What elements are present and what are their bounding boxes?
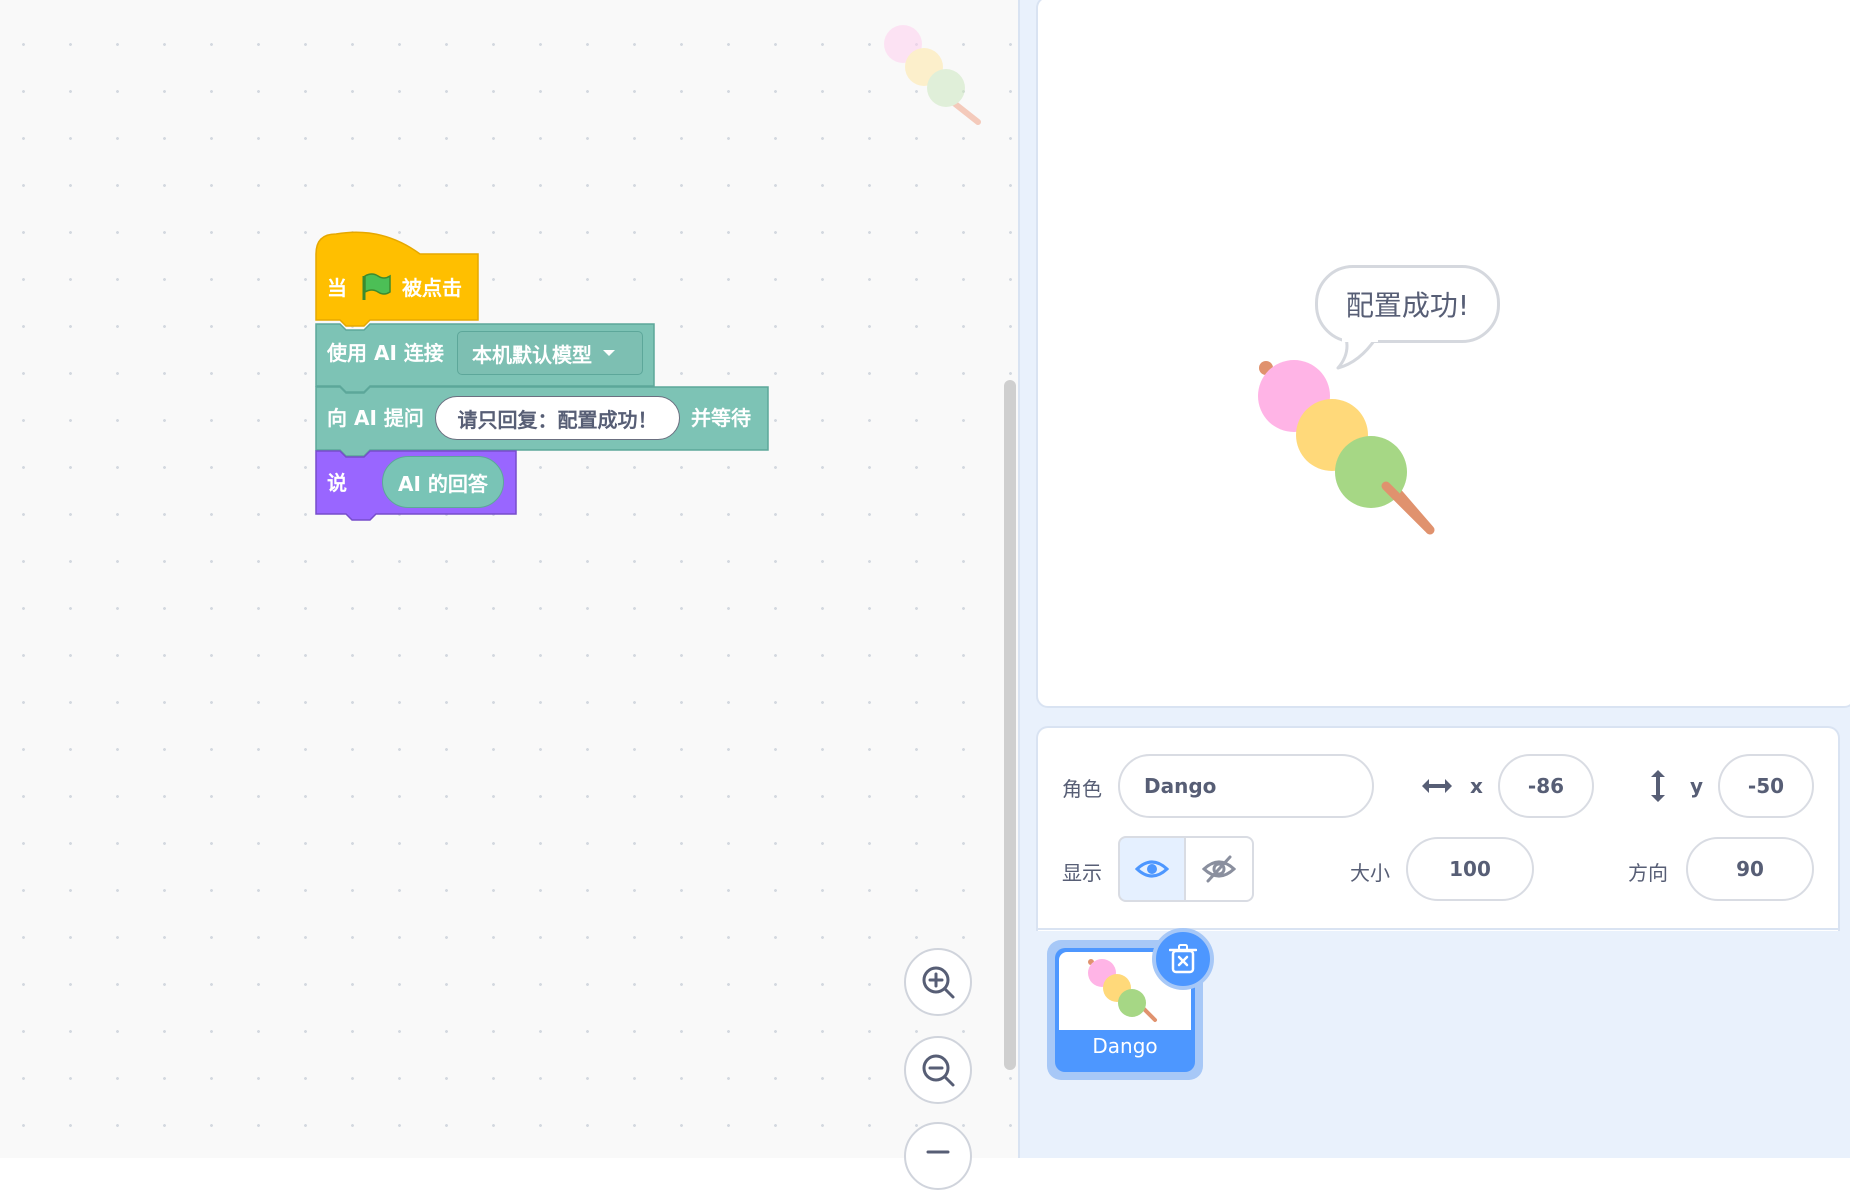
eye-icon (1135, 860, 1169, 878)
show-sprite-button[interactable] (1118, 836, 1186, 902)
speech-bubble: 配置成功! (1315, 265, 1500, 343)
direction-input[interactable]: 90 (1686, 837, 1814, 901)
y-label: y (1690, 774, 1704, 798)
ask-block-suffix: 并等待 (691, 406, 751, 430)
zoom-reset-button[interactable] (904, 1122, 972, 1190)
direction-label: 方向 (1628, 861, 1668, 885)
direction-value: 90 (1736, 857, 1764, 881)
zoom-out-icon (922, 1054, 955, 1087)
size-label: 大小 (1350, 861, 1390, 885)
hide-sprite-button[interactable] (1186, 836, 1254, 902)
sprite-name-label: 角色 (1062, 777, 1102, 801)
ask-block-label: 向 AI 提问 (327, 406, 424, 430)
speech-bubble-text: 配置成功! (1345, 289, 1470, 322)
x-position-arrows-icon (1422, 779, 1452, 793)
size-input[interactable]: 100 (1406, 837, 1534, 901)
chevron-down-icon (603, 350, 615, 356)
prompt-text-value: 请只回复：配置成功！ (457, 407, 658, 432)
size-value: 100 (1449, 857, 1491, 881)
sprite-list-divider (1038, 928, 1838, 930)
eye-slash-icon (1202, 855, 1236, 883)
zoom-reset-icon (926, 1150, 950, 1154)
y-position-value: -50 (1747, 774, 1785, 798)
connect-block-label: 使用 AI 连接 (327, 341, 444, 365)
zoom-out-button[interactable] (904, 1036, 972, 1104)
hat-block-prefix: 当 (327, 276, 347, 300)
y-position-arrows-icon (1651, 770, 1665, 802)
sprite-name-value: Dango (1144, 774, 1217, 798)
model-dropdown[interactable]: 本机默认模型 (457, 331, 643, 375)
ai-answer-reporter[interactable]: AI 的回答 (382, 456, 504, 508)
workspace-vertical-scrollbar[interactable] (1004, 380, 1016, 1070)
x-position-value: -86 (1527, 774, 1565, 798)
prompt-text-input[interactable]: 请只回复：配置成功！ (435, 396, 680, 440)
y-position-input[interactable]: -50 (1718, 754, 1814, 818)
sprite-tile-label: Dango (1092, 1034, 1158, 1058)
sprite-name-input[interactable]: Dango (1118, 754, 1374, 818)
delete-sprite-button[interactable] (1152, 928, 1214, 990)
block-stack-shapes (315, 231, 769, 521)
code-workspace[interactable]: 当 被点击 使用 AI 连接 本机默认模型 向 AI 提问 请只回复：配置成功！… (0, 0, 1018, 1190)
ai-answer-reporter-label: AI 的回答 (398, 471, 488, 496)
x-label: x (1470, 774, 1483, 798)
zoom-in-icon (922, 966, 955, 999)
stage[interactable] (1036, 0, 1850, 708)
x-position-input[interactable]: -86 (1498, 754, 1594, 818)
dango-sprite[interactable] (1252, 356, 1452, 540)
hat-block-suffix: 被点击 (402, 276, 462, 300)
model-dropdown-value: 本机默认模型 (472, 342, 592, 367)
say-block-label: 说 (327, 471, 347, 495)
zoom-in-button[interactable] (904, 948, 972, 1016)
show-label: 显示 (1062, 861, 1102, 885)
trash-icon (1169, 944, 1197, 974)
